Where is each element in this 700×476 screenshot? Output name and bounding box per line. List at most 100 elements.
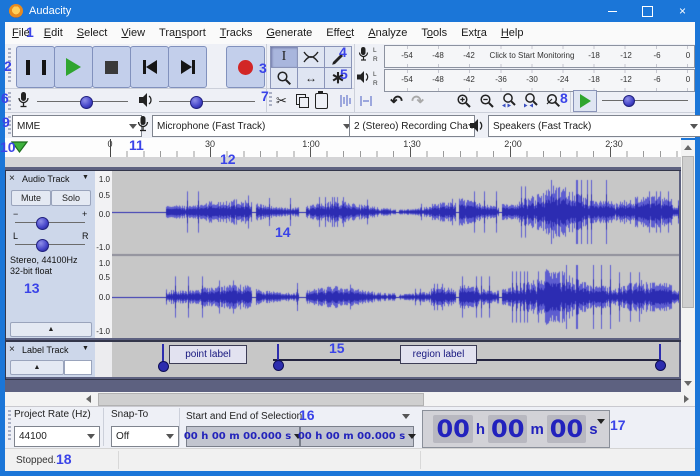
recording-channels-select[interactable]: 2 (Stereo) Recording Cha	[349, 115, 475, 137]
label-track-menu-arrow[interactable]: ▼	[82, 345, 89, 352]
region-end-stem[interactable]	[659, 344, 661, 360]
scroll-left-icon[interactable]	[86, 395, 91, 403]
cut-button[interactable]: ✂	[273, 92, 290, 109]
timeshift-tool-button[interactable]: ↔	[297, 67, 325, 89]
zoom-toggle-button[interactable]	[545, 92, 562, 109]
waveform-canvas[interactable]	[112, 171, 679, 338]
undo-button[interactable]: ↶	[388, 92, 405, 109]
device-toolbar-grip[interactable]	[8, 116, 11, 134]
collapse-label-track-button[interactable]: ▲	[10, 360, 64, 375]
label-track-content[interactable]: point label region label	[112, 342, 679, 377]
gain-slider-thumb[interactable]	[36, 217, 49, 230]
selection-end-field[interactable]: 00 h 00 m 00.000 s	[300, 426, 414, 447]
pan-slider-thumb[interactable]	[36, 239, 49, 252]
mute-button[interactable]: Mute	[11, 190, 51, 206]
menu-item-tools[interactable]: Tools	[414, 27, 454, 39]
project-rate-select[interactable]: 44100	[14, 426, 100, 447]
audio-position-display[interactable]: 00 h 00 m 00 s	[422, 410, 610, 448]
pan-slider[interactable]	[15, 244, 85, 245]
transport-toolbar-grip[interactable]	[8, 48, 11, 84]
play-speed-thumb[interactable]	[623, 95, 635, 107]
zoom-tool-button[interactable]	[270, 67, 298, 89]
minimize-button[interactable]	[595, 0, 630, 22]
mixer-toolbar-grip[interactable]	[8, 92, 11, 110]
record-button[interactable]	[226, 46, 265, 88]
fit-project-button[interactable]	[523, 92, 540, 109]
snap-to-select[interactable]: Off	[111, 426, 179, 447]
stop-button[interactable]	[92, 46, 131, 88]
paste-button[interactable]	[313, 92, 330, 109]
point-label-text[interactable]: point label	[169, 345, 247, 364]
audio-track-title[interactable]: Audio Track	[22, 174, 70, 184]
playback-meter[interactable]: -54-48-42-36-30-24-18-12-60	[384, 69, 695, 92]
menu-item-generate[interactable]: Generate	[259, 27, 319, 39]
playback-device-select[interactable]: Speakers (Fast Track)	[488, 115, 700, 137]
horizontal-scrollbar-thumb[interactable]	[98, 393, 424, 406]
redo-button[interactable]: ↷	[409, 92, 426, 109]
menu-item-analyze[interactable]: Analyze	[361, 27, 414, 39]
copy-button[interactable]	[293, 92, 310, 109]
menu-item-transport[interactable]: Transport	[152, 27, 213, 39]
edit-toolbar-grip[interactable]	[269, 92, 272, 108]
recording-device-select[interactable]: Microphone (Fast Track)	[152, 115, 356, 137]
recording-meter-mic-icon[interactable]	[357, 46, 369, 63]
multi-tool-button[interactable]: ∗	[324, 67, 352, 89]
solo-button[interactable]: Solo	[51, 190, 91, 206]
vertical-scrollbar-thumb[interactable]	[682, 156, 694, 308]
zoom-out-button[interactable]	[478, 92, 495, 109]
menu-item-select[interactable]: Select	[70, 27, 115, 39]
envelope-tool-button[interactable]	[297, 46, 325, 68]
play-button[interactable]	[54, 46, 93, 88]
position-seconds[interactable]: 00	[547, 415, 586, 443]
playback-volume-slider[interactable]	[159, 101, 255, 102]
selection-toolbar-grip[interactable]	[8, 410, 11, 442]
scroll-right-icon[interactable]	[684, 395, 689, 403]
label-track-close-button[interactable]: ×	[9, 344, 15, 355]
maximize-button[interactable]	[630, 0, 665, 22]
position-minutes[interactable]: 00	[488, 415, 527, 443]
menu-item-file[interactable]: File	[5, 27, 37, 39]
region-start-stem[interactable]	[277, 344, 279, 360]
menu-item-effect[interactable]: Effect	[319, 27, 361, 39]
fit-selection-button[interactable]	[501, 92, 518, 109]
region-start-pin[interactable]	[273, 360, 284, 371]
skip-to-start-button[interactable]	[130, 46, 169, 88]
recording-meter[interactable]: Click to Start Monitoring -54-48-42-18-1…	[384, 45, 695, 68]
recording-volume-thumb[interactable]	[80, 96, 93, 109]
scroll-up-icon[interactable]	[684, 145, 692, 150]
scroll-down-icon[interactable]	[684, 381, 692, 386]
region-end-pin[interactable]	[655, 360, 666, 371]
audio-track-close-button[interactable]: ×	[9, 173, 15, 184]
play-at-speed-button[interactable]	[573, 90, 597, 112]
menu-item-tracks[interactable]: Tracks	[213, 27, 260, 39]
playback-volume-thumb[interactable]	[190, 96, 203, 109]
pause-button[interactable]	[16, 46, 55, 88]
pinned-play-head-icon[interactable]	[11, 141, 29, 154]
zoom-in-button[interactable]	[455, 92, 472, 109]
menu-item-edit[interactable]: Edit	[37, 27, 70, 39]
close-button[interactable]: ×	[665, 0, 700, 22]
selection-tool-button[interactable]: I	[270, 46, 298, 68]
selection-mode-select[interactable]: Start and End of Selection	[186, 408, 410, 424]
audio-host-select[interactable]: MME	[12, 115, 142, 137]
draw-tool-button[interactable]	[324, 46, 352, 68]
label-track-title[interactable]: Label Track	[22, 345, 69, 355]
amplitude-ruler[interactable]: 1.00.50.0-1.01.00.50.0-1.0	[95, 171, 113, 338]
position-hours[interactable]: 00	[433, 415, 472, 443]
play-speed-slider[interactable]	[602, 100, 688, 101]
collapse-track-button[interactable]: ▲	[10, 322, 92, 337]
menu-item-help[interactable]: Help	[494, 27, 531, 39]
selection-start-field[interactable]: 00 h 00 m 00.000 s	[186, 426, 300, 447]
recording-meter-message[interactable]: Click to Start Monitoring	[490, 51, 575, 60]
menu-item-extra[interactable]: Extra	[454, 27, 494, 39]
skip-to-end-button[interactable]	[168, 46, 207, 88]
menu-item-view[interactable]: View	[114, 27, 152, 39]
audio-track-menu-arrow[interactable]: ▼	[82, 174, 89, 181]
silence-audio-button[interactable]	[357, 92, 374, 109]
playback-meter-speaker-icon[interactable]	[356, 70, 371, 84]
point-label-pin[interactable]	[158, 361, 169, 372]
region-label-text[interactable]: region label	[400, 345, 477, 364]
horizontal-scrollbar[interactable]	[5, 392, 695, 406]
trim-audio-button[interactable]	[337, 92, 354, 109]
title-bar[interactable]: Audacity ×	[0, 0, 700, 22]
